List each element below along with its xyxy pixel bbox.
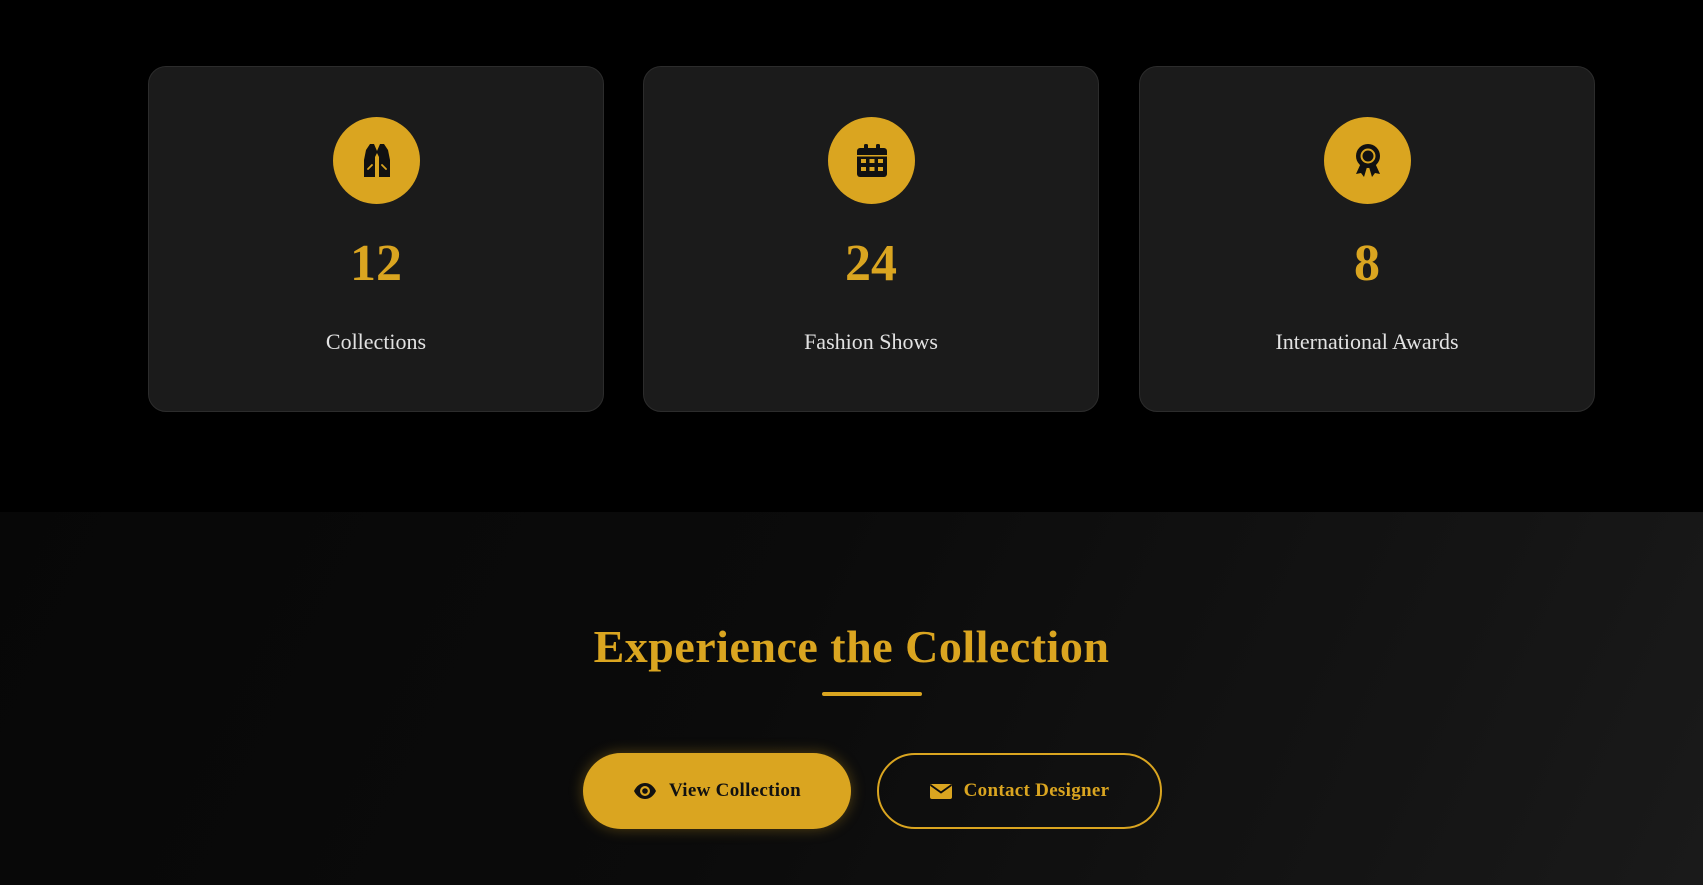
view-collection-label: View Collection — [668, 780, 802, 801]
eye-icon — [633, 782, 657, 800]
cta-section: Experience the Collection View Collectio… — [0, 512, 1703, 885]
view-collection-button[interactable]: View Collection — [583, 753, 851, 829]
cta-title: Experience the Collection — [593, 621, 1110, 672]
vest-icon — [333, 117, 420, 204]
title-underline — [822, 692, 922, 696]
stat-number: 24 — [845, 235, 897, 292]
stat-card-fashion-shows: 24 Fashion Shows — [643, 66, 1099, 412]
stat-label: International Awards — [1275, 329, 1459, 354]
stat-label: Collections — [325, 329, 427, 354]
envelope-icon — [929, 783, 952, 800]
award-icon — [1324, 117, 1411, 204]
stat-number: 12 — [350, 235, 402, 292]
contact-designer-button[interactable]: Contact Designer — [877, 753, 1162, 829]
stat-card-collections: 12 Collections — [148, 66, 604, 412]
stat-label: Fashion Shows — [804, 329, 938, 354]
stat-number: 8 — [1354, 235, 1380, 292]
contact-designer-label: Contact Designer — [963, 780, 1110, 801]
stat-card-international-awards: 8 International Awards — [1139, 66, 1595, 412]
calendar-icon — [828, 117, 915, 204]
stats-section: 12 Collections 24 Fashion Shows 8 Intern… — [0, 0, 1703, 512]
